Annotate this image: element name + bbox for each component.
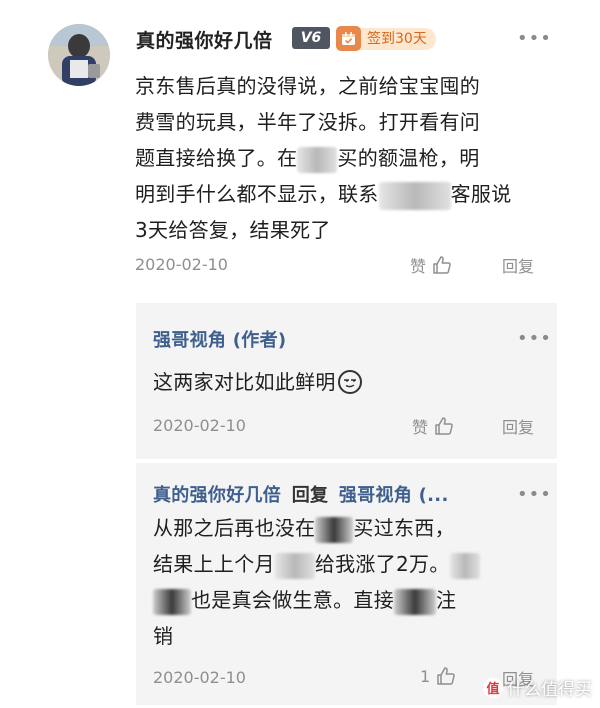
redacted-blur — [274, 552, 315, 579]
redacted-blur — [449, 552, 480, 579]
comment-line: 3天给答复，结果死了 — [135, 218, 331, 242]
reply-segment: 从那之后再也没在 — [153, 516, 316, 540]
reply-date: 2020-02-10 — [153, 416, 246, 435]
reply-header: 真的强你好几倍 回复 强哥视角 (... — [153, 481, 449, 507]
comment-line: 明到手什么都不显示，联系 客服说 — [135, 176, 560, 212]
reply-segment: 也是真会做生意。直接 — [191, 588, 394, 612]
comment-line: 题直接给换了。在 买的额温枪，明 — [135, 140, 560, 176]
reply-button[interactable]: 回复 — [502, 414, 534, 438]
comment-segment: 明到手什么都不显示，联系 — [135, 182, 379, 206]
watermark-label: 什么值得买 — [507, 680, 592, 700]
comment-segment: 客服说 — [450, 182, 512, 206]
comment-date: 2020-02-10 — [135, 255, 228, 274]
comment-segment: 题直接给换了。在 — [135, 146, 298, 170]
reply-text: 这两家对比如此鲜明 — [153, 364, 362, 400]
like-count: 1 — [420, 666, 431, 686]
like-label: 赞 — [412, 418, 429, 437]
like-button[interactable]: 1 — [420, 666, 456, 686]
reply-button[interactable]: 回复 — [502, 253, 534, 277]
redacted-blur — [394, 588, 436, 615]
comment-line: 费雪的玩具，半年了没拆。打开看有问 — [135, 110, 481, 134]
smzdm-logo-icon: 值 — [483, 677, 503, 698]
reply-line: 销 — [153, 624, 174, 648]
reply-date: 2020-02-10 — [153, 668, 246, 687]
like-button[interactable]: 赞 — [412, 414, 454, 438]
watermark: 值 什么值得买 — [483, 675, 592, 700]
reply-line: 从那之后再也没在 买过东西， — [153, 510, 548, 546]
thumbs-up-icon — [436, 666, 456, 686]
thumbs-up-icon — [432, 255, 452, 275]
like-button[interactable]: 赞 — [410, 253, 452, 277]
like-label: 赞 — [410, 257, 427, 276]
redacted-blur — [315, 516, 354, 543]
comment-segment: 买的额温枪，明 — [337, 146, 480, 170]
calendar-icon — [336, 26, 361, 51]
reply-text-content: 这两家对比如此鲜明 — [153, 370, 336, 394]
reply-word: 回复 — [291, 485, 329, 506]
thumbs-up-icon — [434, 416, 454, 436]
reply-divider — [136, 459, 557, 463]
reply-text: 从那之后再也没在 买过东西， 结果上上个月 给我涨了2万。 也是真会做生意。直接注 … — [153, 510, 548, 654]
comment-line: 京东售后真的没得说，之前给宝宝囤的 — [135, 74, 481, 98]
sly-face-emoji-icon — [337, 370, 362, 394]
more-options-icon[interactable]: ••• — [517, 330, 552, 348]
checkin-badge: 签到30天 — [336, 26, 438, 51]
reply-line: 也是真会做生意。直接 注 — [153, 582, 548, 618]
reply-author[interactable]: 强哥视角 (作者) — [153, 326, 286, 352]
level-badge: V6 — [292, 27, 330, 49]
checkin-label: 签到30天 — [355, 27, 436, 50]
reply-segment: 买过东西， — [353, 516, 455, 540]
reply-author[interactable]: 真的强你好几倍 — [153, 485, 281, 506]
username[interactable]: 真的强你好几倍 — [136, 26, 273, 53]
more-options-icon[interactable]: ••• — [517, 486, 552, 504]
reply-segment: 注 — [436, 588, 457, 612]
avatar[interactable] — [48, 24, 110, 86]
redacted-blur — [378, 181, 451, 210]
avatar-image — [48, 24, 110, 86]
more-options-icon[interactable]: ••• — [517, 30, 552, 48]
reply-segment: 给我涨了2万。 — [314, 552, 450, 576]
reply-target[interactable]: 强哥视角 (... — [339, 485, 449, 506]
comment-text: 京东售后真的没得说，之前给宝宝囤的 费雪的玩具，半年了没拆。打开看有问 题直接给… — [135, 68, 560, 248]
redacted-blur — [153, 588, 191, 615]
reply-segment: 结果上上个月 — [153, 552, 275, 576]
redacted-blur — [297, 146, 338, 173]
reply-line: 结果上上个月 给我涨了2万。 — [153, 546, 548, 582]
